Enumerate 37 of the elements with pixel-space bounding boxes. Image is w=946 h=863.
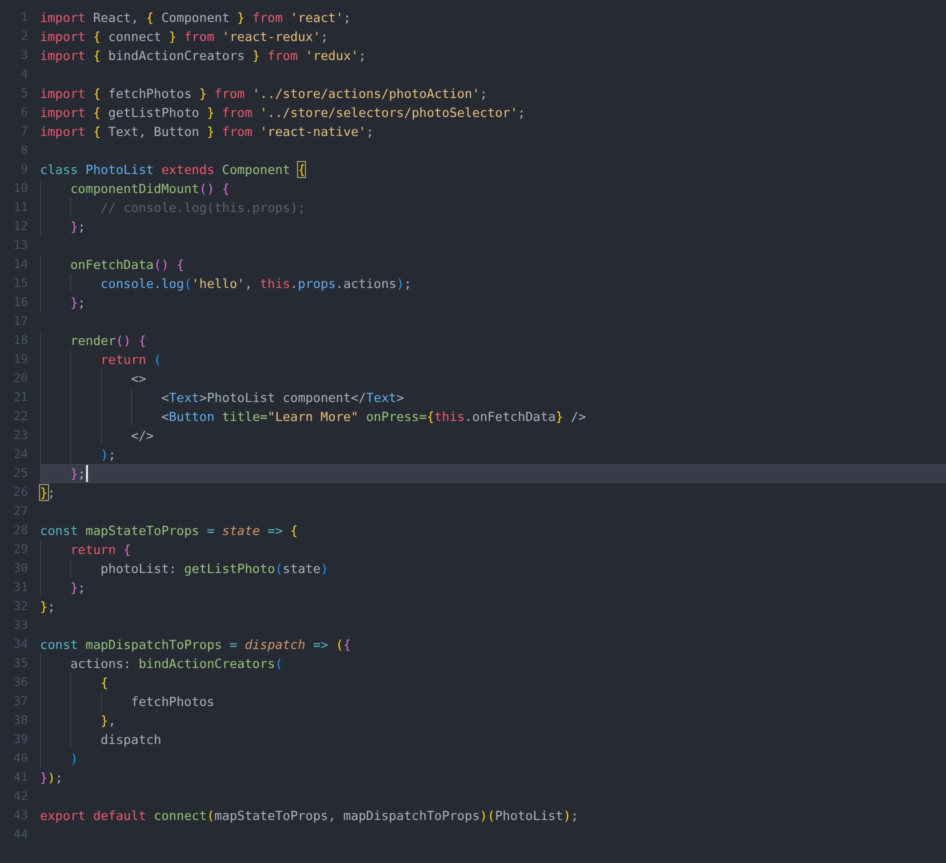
code-line: actions: bindActionCreators( <box>69 655 283 673</box>
code-line: return { <box>69 541 131 559</box>
code-line: }; <box>69 294 86 312</box>
code-line: }, <box>100 712 116 730</box>
code-line: ); <box>100 446 116 464</box>
code-line: }; <box>69 218 86 236</box>
code-line: // console.log(this.props); <box>100 199 306 217</box>
code-line: }; <box>69 579 86 597</box>
code-line: import { bindActionCreators } from 'redux'; <box>40 47 366 65</box>
code-line: import { connect } from 'react-redux'; <box>40 28 328 46</box>
code-line: fetchPhotos <box>130 693 214 711</box>
code-line: }; <box>40 598 56 616</box>
code-line: <> <box>130 370 146 388</box>
code-line: { <box>100 674 108 692</box>
code-line: console.log('hello', this.props.actions); <box>100 275 412 293</box>
code-line: import { Text, Button } from 'react-native'; <box>40 123 374 141</box>
code-line: componentDidMount() { <box>69 180 230 198</box>
code-line: render() { <box>69 332 146 350</box>
code-line: }; <box>69 465 86 483</box>
code-line: import { fetchPhotos } from '../store/actions/photoAction'; <box>40 85 488 103</box>
code-line: const mapStateToProps = state => { <box>40 522 298 540</box>
code-line: <Text>PhotoList component</Text> <box>160 389 404 407</box>
code-line: class PhotoList extends Component { <box>40 161 306 179</box>
code-line: onFetchData() { <box>69 256 184 274</box>
code-line: <Button title="Learn More" onPress={this.onFetchData} /> <box>160 408 586 426</box>
code-line: import { getListPhoto } from '../store/selectors/photoSelector'; <box>40 104 526 122</box>
code-line: dispatch <box>100 731 162 749</box>
code-line: }; <box>40 484 56 502</box>
code-line: ) <box>69 750 78 768</box>
text-cursor <box>86 465 88 482</box>
code-line: const mapDispatchToProps = dispatch => ({ <box>40 636 351 654</box>
code-line: }); <box>40 769 63 787</box>
code-line: export default connect(mapStateToProps, mapDispatchToProps)(PhotoList); <box>40 807 578 825</box>
code-line: </> <box>130 427 154 445</box>
code-line: return ( <box>100 351 162 369</box>
code-line: photoList: getListPhoto(state) <box>100 560 328 578</box>
code-line: import React, { Component } from 'react'; <box>40 9 351 27</box>
